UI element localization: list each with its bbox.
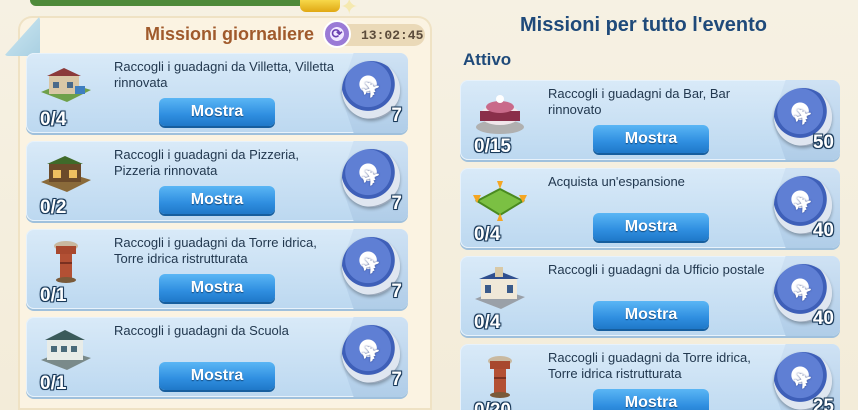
reward-amount: 40 (812, 220, 834, 241)
post-office-icon (470, 264, 530, 312)
show-button[interactable]: Mostra (159, 274, 275, 302)
top-banner-strip (30, 0, 330, 6)
show-button[interactable]: Mostra (159, 98, 275, 126)
clock-icon: ⟳ (323, 20, 351, 48)
reward-amount: 7 (391, 369, 402, 390)
reward-amount: 7 (391, 105, 402, 126)
mission-description: Raccogli i guadagni da Torre idrica, Tor… (548, 350, 751, 381)
mission-progress: 0/1 (40, 285, 67, 306)
show-button[interactable]: Mostra (593, 213, 709, 241)
timer-text: 13:02:45 (361, 27, 424, 43)
school-icon (36, 325, 96, 373)
reward-amount: 40 (812, 308, 834, 329)
reward-amount: 50 (812, 132, 834, 153)
right-mission-card: 0/4 Acquista un'espansione Mostra ✈ 40 (460, 168, 840, 248)
mission-progress: 0/1 (40, 373, 67, 394)
villa-icon (36, 61, 96, 109)
reward-amount: 7 (391, 281, 402, 302)
mission-description: Acquista un'espansione (548, 174, 685, 189)
left-mission-card: 0/1 Raccogli i guadagni da Torre idrica, … (26, 229, 408, 309)
left-mission-card: 0/2 Raccogli i guadagni da Pizzeria, Pizz… (26, 141, 408, 221)
reward-amount: 7 (391, 193, 402, 214)
mission-progress: 0/4 (474, 224, 501, 245)
show-button[interactable]: Mostra (593, 389, 709, 410)
show-button[interactable]: Mostra (159, 362, 275, 390)
show-button[interactable]: Mostra (593, 301, 709, 329)
daily-missions-title: Missioni giornaliere (145, 24, 315, 44)
left-mission-card: 0/4 Raccogli i guadagni da Villetta, Vill… (26, 53, 408, 133)
mission-description: Raccogli i guadagni da Villetta, Villett… (114, 59, 334, 90)
mission-progress: 0/4 (40, 109, 67, 130)
active-section-label: Attivo (463, 50, 512, 69)
reward-amount: 25 (812, 396, 834, 410)
mission-description: Raccogli i guadagni da Ufficio postale (548, 262, 765, 277)
right-mission-card: 0/15 Raccogli i guadagni da Bar, Bar rinn… (460, 80, 840, 160)
top-gold-decoration (300, 0, 340, 12)
show-button[interactable]: Mostra (159, 186, 275, 214)
left-mission-card: 0/1 Raccogli i guadagni da Scuola Mostra ✈ 7 (26, 317, 408, 397)
pizzeria-icon (36, 149, 96, 197)
expansion-icon (470, 176, 530, 224)
right-mission-card: 0/20 Raccogli i guadagni da Torre idrica,… (460, 344, 840, 410)
event-missions-title: Missioni per tutto l'evento (520, 14, 767, 36)
mission-progress: 0/20 (474, 400, 511, 410)
mission-description: Raccogli i guadagni da Scuola (114, 323, 289, 338)
bar-icon (470, 88, 530, 136)
water-tower-icon (470, 352, 530, 400)
show-button[interactable]: Mostra (593, 125, 709, 153)
water-tower-icon (36, 237, 96, 285)
mission-progress: 0/4 (474, 312, 501, 333)
mission-description: Raccogli i guadagni da Torre idrica, Tor… (114, 235, 317, 266)
mission-description: Raccogli i guadagni da Pizzeria, Pizzeri… (114, 147, 299, 178)
mission-progress: 0/15 (474, 136, 511, 157)
timer-pill: ⟳ 13:02:45 (323, 20, 425, 48)
right-mission-card: 0/4 Raccogli i guadagni da Ufficio postal… (460, 256, 840, 336)
mission-description: Raccogli i guadagni da Bar, Bar rinnovat… (548, 86, 731, 117)
mission-progress: 0/2 (40, 197, 67, 218)
